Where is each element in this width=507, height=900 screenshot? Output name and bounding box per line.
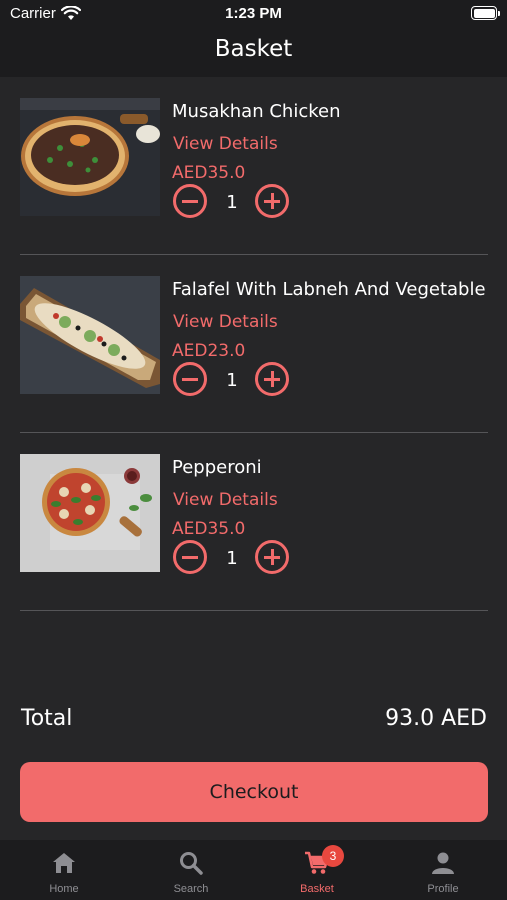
total-label: Total	[21, 706, 73, 731]
tab-home[interactable]: Home	[1, 840, 127, 900]
view-details-link[interactable]: View Details	[173, 312, 278, 332]
tab-label: Search	[173, 883, 209, 895]
item-image-falafel	[20, 276, 160, 394]
item-name: Falafel With Labneh And Vegetable	[172, 279, 486, 300]
quantity-stepper: 1	[173, 540, 291, 576]
increase-quantity-button[interactable]	[255, 540, 289, 574]
battery-icon	[471, 6, 500, 20]
quantity-stepper: 1	[173, 362, 291, 398]
item-quantity: 1	[226, 548, 238, 569]
musakhan-image	[20, 98, 160, 216]
status-bar: Carrier 1:23 PM	[0, 0, 507, 28]
item-name: Musakhan Chicken	[172, 101, 341, 122]
item-image-musakhan	[20, 98, 160, 216]
increase-quantity-button[interactable]	[255, 362, 289, 396]
tab-label: Home	[49, 883, 79, 895]
tab-label: Profile	[427, 883, 459, 895]
status-time: 1:23 PM	[225, 5, 282, 22]
tab-bar: Home Search Basket Profile	[0, 840, 507, 900]
tab-label: Basket	[300, 883, 334, 895]
tab-search[interactable]: Search	[128, 840, 254, 900]
minus-icon	[182, 555, 198, 559]
person-icon	[432, 852, 454, 874]
view-details-link[interactable]: View Details	[173, 490, 278, 510]
item-quantity: 1	[226, 370, 238, 391]
item-quantity: 1	[226, 192, 238, 213]
home-icon	[53, 853, 75, 873]
basket-item: Pepperoni View Details AED35.0 1	[20, 433, 488, 611]
view-details-link[interactable]: View Details	[173, 134, 278, 154]
tab-profile[interactable]: Profile	[380, 840, 506, 900]
total-value: 93.0 AED	[385, 706, 487, 731]
quantity-stepper: 1	[173, 184, 291, 220]
search-icon	[180, 852, 203, 875]
decrease-quantity-button[interactable]	[173, 540, 207, 574]
basket-item: Musakhan Chicken View Details AED35.0 1	[20, 77, 488, 255]
increase-quantity-button[interactable]	[255, 184, 289, 218]
decrease-quantity-button[interactable]	[173, 184, 207, 218]
minus-icon	[182, 377, 198, 381]
item-price: AED23.0	[172, 341, 246, 361]
item-price: AED35.0	[172, 163, 246, 183]
basket-item: Falafel With Labneh And Vegetable View D…	[20, 255, 488, 433]
page-title: Basket	[214, 36, 293, 62]
top-bar: Carrier 1:23 PM Basket	[0, 0, 507, 77]
decrease-quantity-button[interactable]	[173, 362, 207, 396]
minus-icon	[182, 199, 198, 203]
item-image-pepperoni	[20, 454, 160, 572]
item-name: Pepperoni	[172, 457, 262, 478]
falafel-image	[20, 276, 160, 394]
cart-count-badge: 3	[322, 845, 344, 867]
pepperoni-image	[20, 454, 160, 572]
tab-basket[interactable]: Basket	[254, 840, 380, 900]
checkout-button[interactable]: Checkout	[20, 762, 488, 822]
item-price: AED35.0	[172, 519, 246, 539]
